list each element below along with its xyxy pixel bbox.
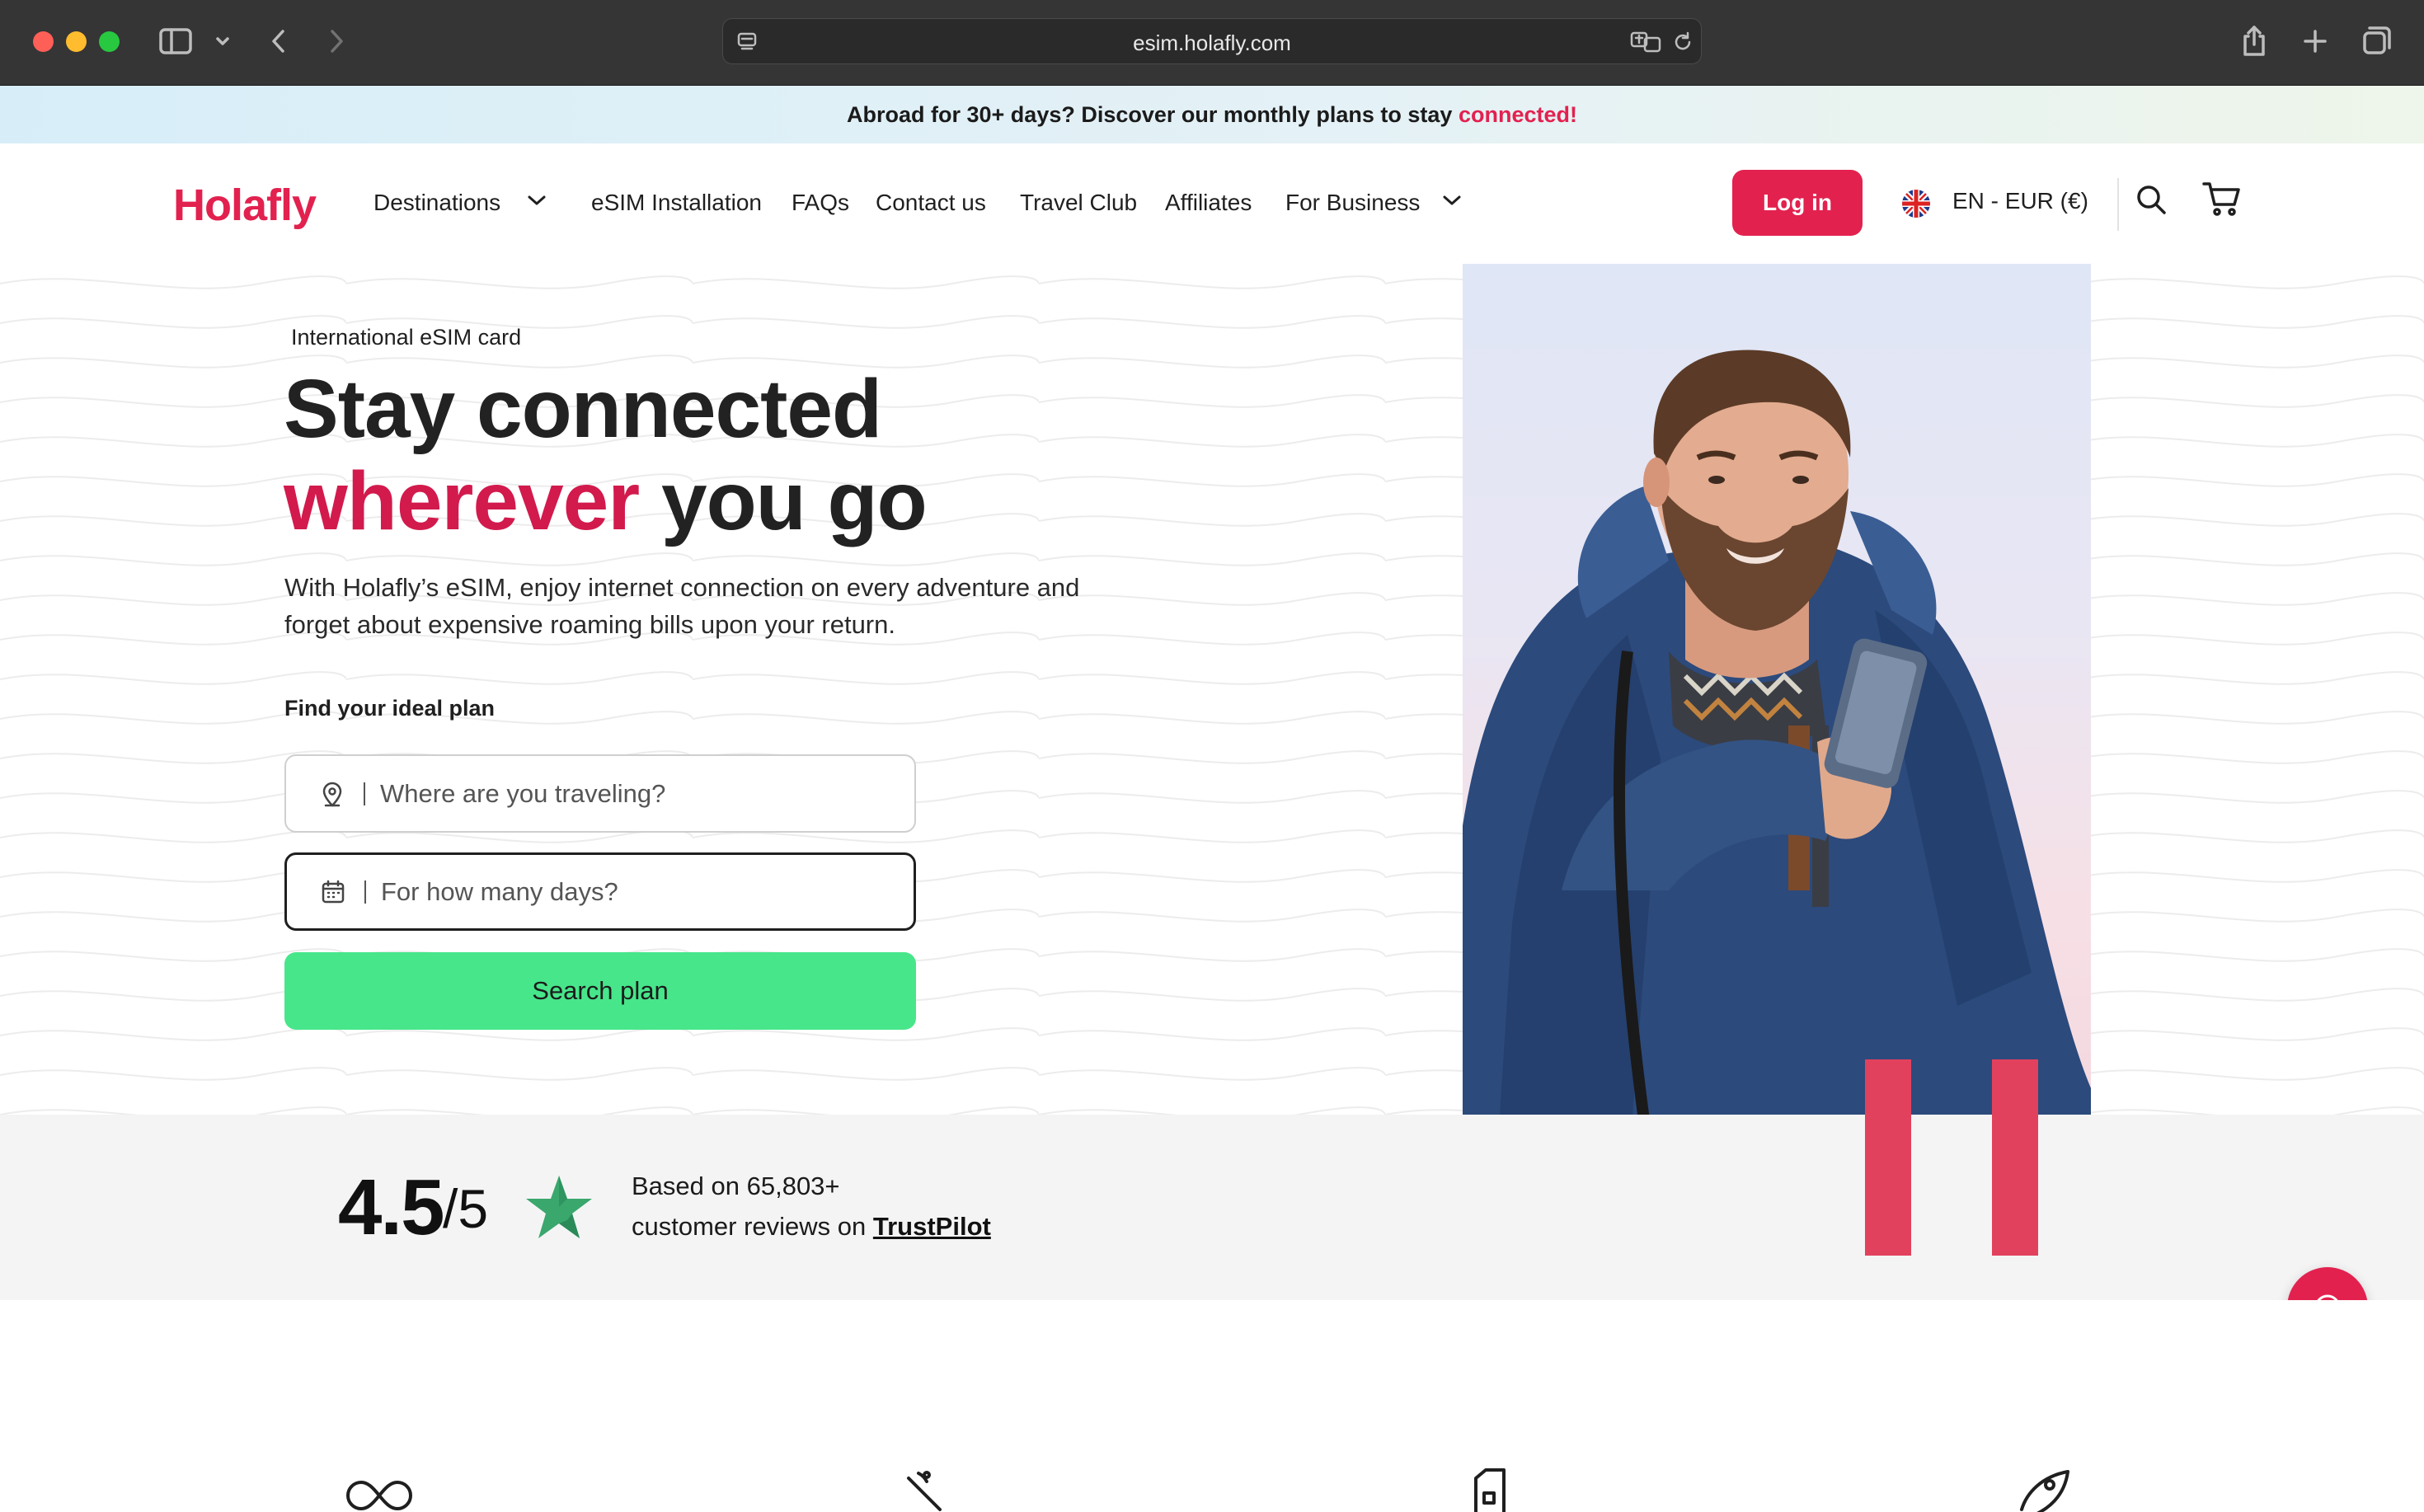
hero-section: International eSIM card Stay connected w… <box>0 264 2424 1115</box>
headline-line-1: Stay connected <box>284 363 882 455</box>
nav-affiliates[interactable]: Affiliates <box>1165 190 1252 216</box>
search-icon[interactable] <box>2135 183 2168 220</box>
nav-destinations[interactable]: Destinations <box>373 190 500 216</box>
location-pin-icon <box>319 781 345 807</box>
site-header: Holafly Destinations eSIM Installation F… <box>0 143 2424 264</box>
forward-arrow-icon[interactable] <box>322 25 351 58</box>
url-text: esim.holafly.com <box>1133 31 1291 55</box>
new-tab-icon[interactable] <box>2299 25 2332 58</box>
reload-icon[interactable] <box>1670 29 1696 55</box>
days-field[interactable] <box>284 852 916 931</box>
chevron-down-icon[interactable] <box>526 193 547 212</box>
hero-headline: Stay connected wherever you go <box>284 363 928 547</box>
rating-out-of: /5 <box>443 1178 489 1239</box>
language-currency-selector[interactable]: EN - EUR (€) <box>1952 188 2088 214</box>
cart-icon[interactable] <box>2201 180 2241 222</box>
destination-field[interactable] <box>284 754 916 833</box>
holafly-logo[interactable]: Holafly <box>173 180 317 231</box>
nav-esim-installation[interactable]: eSIM Installation <box>591 190 762 216</box>
nav-faqs[interactable]: FAQs <box>792 190 849 216</box>
destination-input[interactable] <box>380 778 875 809</box>
text-caret <box>364 782 365 805</box>
nav-contact-us[interactable]: Contact us <box>876 190 986 216</box>
sidebar-toggle-icon[interactable] <box>158 26 193 56</box>
nav-travel-club[interactable]: Travel Club <box>1020 190 1137 216</box>
minimize-window-button[interactable] <box>66 31 87 52</box>
rating-score: 4.5 <box>338 1163 444 1251</box>
announcement-accent[interactable]: connected! <box>1459 102 1577 127</box>
days-input[interactable] <box>381 876 876 907</box>
headline-accent: wherever <box>284 455 640 547</box>
headline-rest: you go <box>639 455 928 547</box>
back-arrow-icon[interactable] <box>264 25 294 58</box>
search-plan-button[interactable]: Search plan <box>284 952 916 1030</box>
rating-line-1: Based on 65,803+ <box>632 1172 840 1200</box>
trustpilot-star-icon <box>524 1174 594 1244</box>
hero-traveler-photo <box>1463 264 2091 1115</box>
calendar-icon <box>320 879 346 905</box>
fullscreen-window-button[interactable] <box>99 31 120 52</box>
tab-overview-icon[interactable] <box>2360 23 2394 58</box>
chevron-down-icon[interactable] <box>1441 193 1463 212</box>
address-bar[interactable]: esim.holafly.com <box>722 18 1702 64</box>
login-button[interactable]: Log in <box>1732 170 1863 236</box>
trustpilot-link[interactable]: TrustPilot <box>873 1212 991 1241</box>
infinity-icon <box>345 1475 414 1512</box>
header-divider <box>2117 178 2119 231</box>
traveler-illustration <box>1463 350 2091 1115</box>
sim-card-icon <box>1464 1468 1514 1512</box>
browser-toolbar: esim.holafly.com <box>0 0 2424 86</box>
close-window-button[interactable] <box>33 31 54 52</box>
find-plan-label: Find your ideal plan <box>284 696 496 721</box>
rating-line-2: customer reviews on <box>632 1212 873 1241</box>
satellite-icon <box>902 1467 951 1512</box>
features-section <box>0 1300 2424 1512</box>
text-caret <box>364 880 366 904</box>
announcement-text: Abroad for 30+ days? Discover our monthl… <box>847 102 1459 127</box>
hero-subcopy: With Holafly’s eSIM, enjoy internet conn… <box>284 573 1080 639</box>
chevron-down-icon[interactable] <box>213 31 233 51</box>
rating-description: Based on 65,803+ customer reviews on Tru… <box>632 1166 991 1247</box>
nav-for-business[interactable]: For Business <box>1285 190 1420 216</box>
rocket-icon <box>2017 1467 2074 1512</box>
translate-icon[interactable] <box>1628 29 1663 55</box>
rating-section: 4.5 /5 Based on 65,803+ customer reviews… <box>0 1115 2424 1300</box>
uk-flag-icon[interactable] <box>1902 190 1930 218</box>
share-icon[interactable] <box>2238 23 2271 59</box>
hero-eyebrow: International eSIM card <box>291 325 522 350</box>
announcement-bar[interactable]: Abroad for 30+ days? Discover our monthl… <box>0 86 2424 143</box>
